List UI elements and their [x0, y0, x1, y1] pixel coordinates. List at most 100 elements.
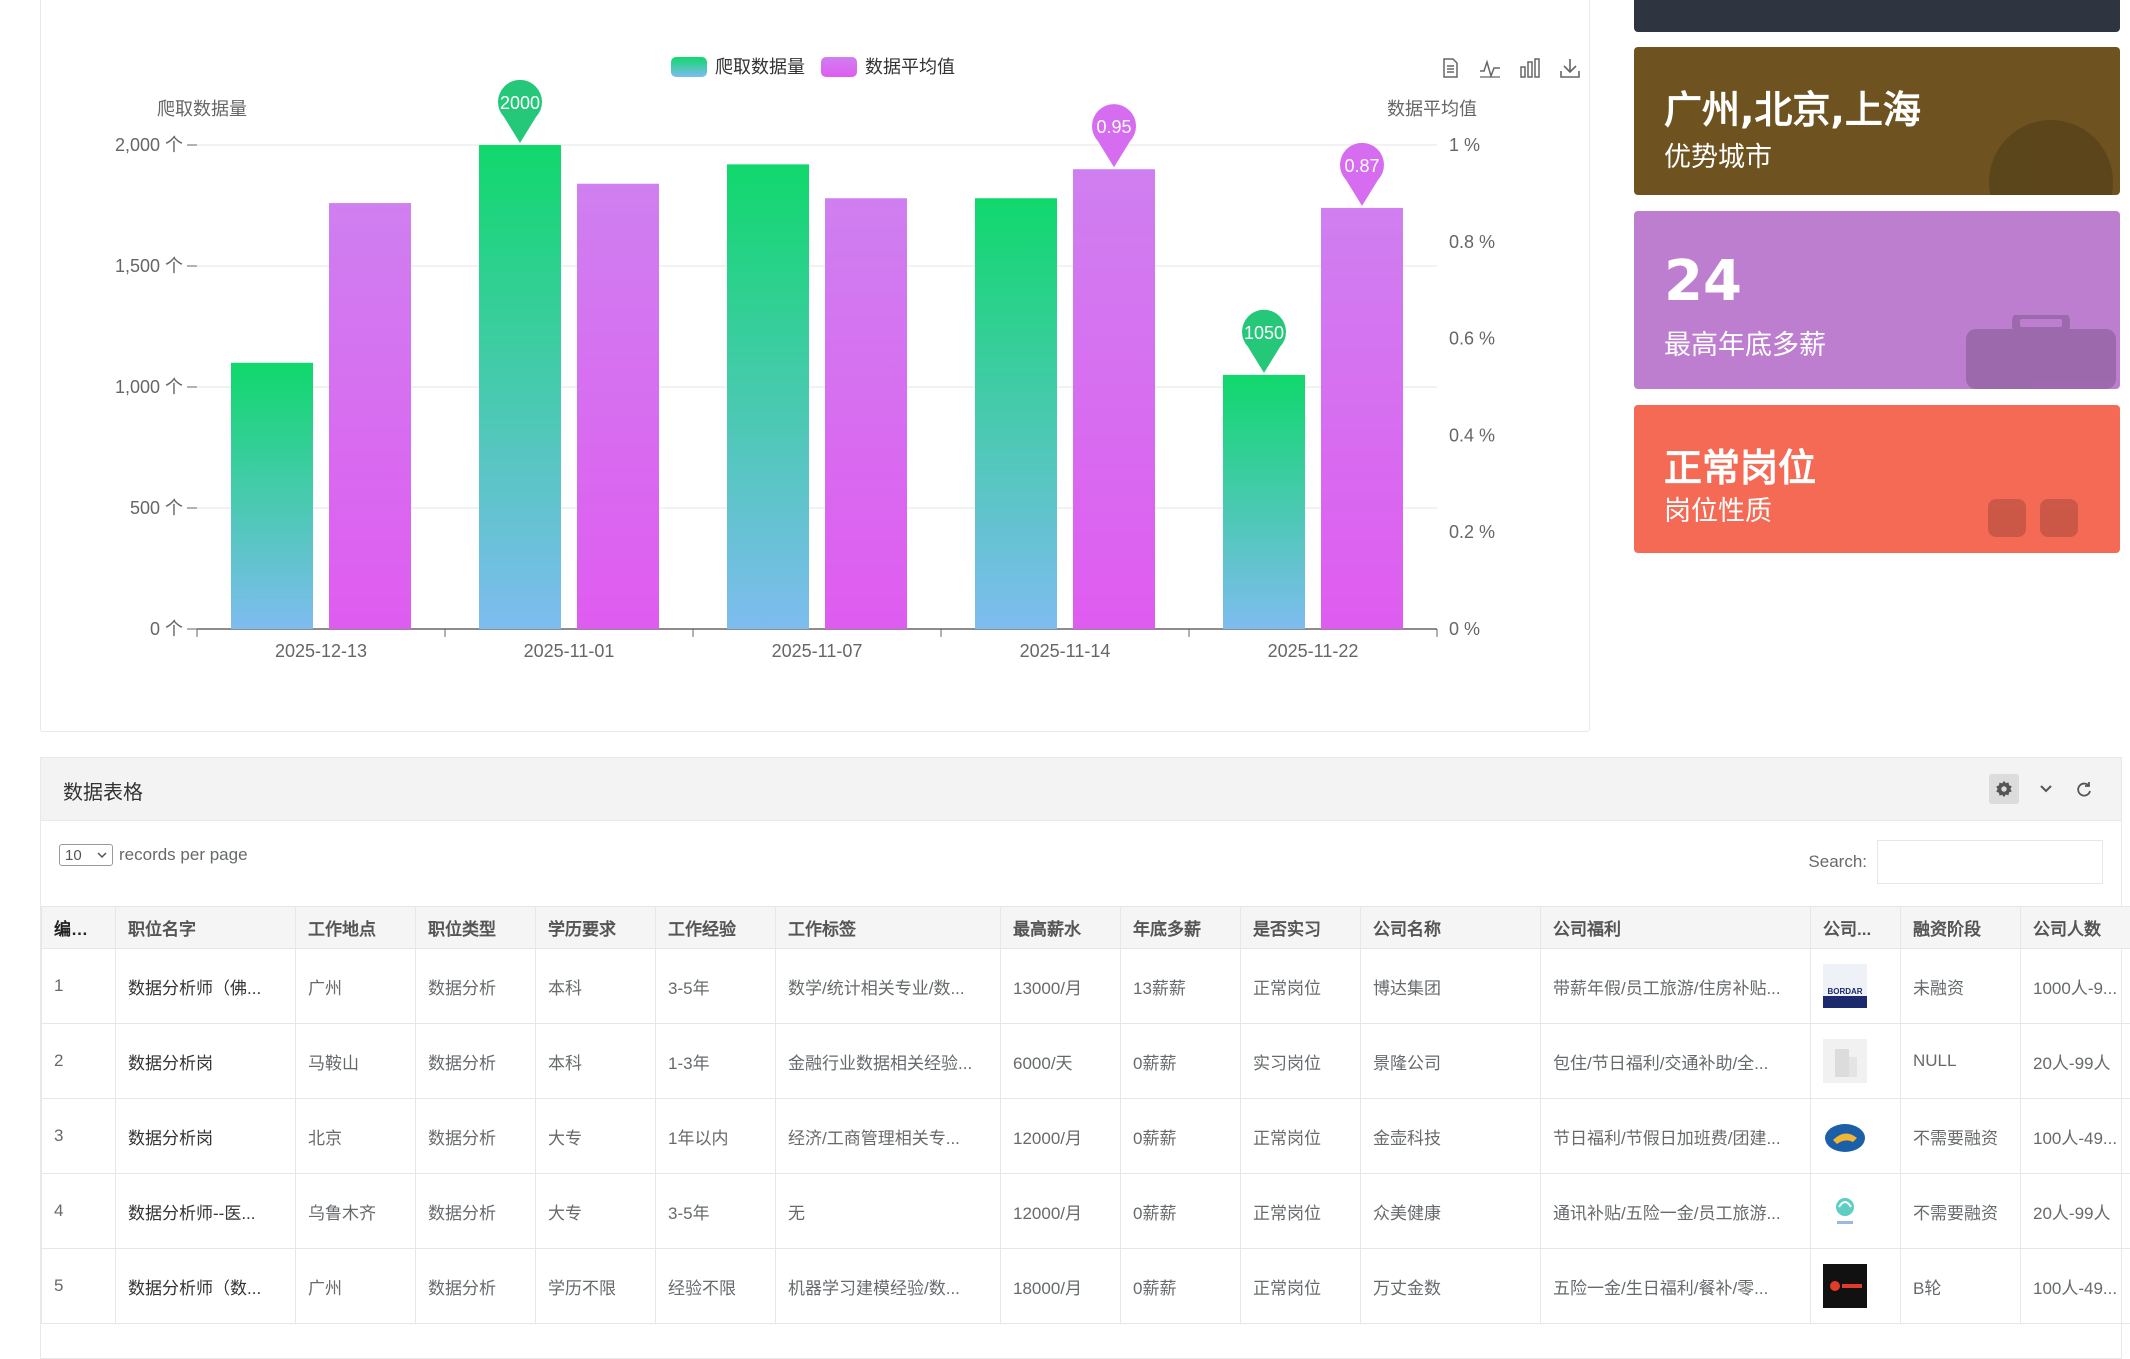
table-row[interactable]: 4数据分析师--医...乌鲁木齐数据分析大专3-5年无12000/月0薪薪正常岗…: [42, 1174, 2130, 1249]
column-header[interactable]: 工作经验: [656, 907, 776, 949]
education: 本科: [536, 1024, 656, 1099]
column-header-label: 年底多薪: [1133, 920, 1201, 939]
y-right-tick-label: 0.2 %: [1449, 522, 1495, 542]
y-right-tick-label: 0.8 %: [1449, 232, 1495, 252]
job-type: 数据分析: [416, 1099, 536, 1174]
company-logo-icon: [1823, 1114, 1867, 1158]
refresh-button[interactable]: [2073, 778, 2095, 800]
card-city-value: 广州,北京,上海: [1664, 79, 1921, 134]
refresh-icon: [2076, 781, 2092, 797]
card-bonus-value: 24: [1664, 249, 1742, 314]
data-view-icon[interactable]: [1439, 57, 1461, 79]
column-header[interactable]: 学历要求: [536, 907, 656, 949]
max-salary: 6000/天: [1001, 1024, 1121, 1099]
chevron-down-icon: [2039, 782, 2053, 796]
x-tick-label: 2025-11-14: [1020, 641, 1111, 661]
marker-label: 0.95: [1096, 117, 1131, 137]
y-right-axis-title: 数据平均值: [1387, 99, 1477, 119]
experience: 1-3年: [656, 1024, 776, 1099]
column-header[interactable]: 是否实习: [1241, 907, 1361, 949]
experience: 经验不限: [656, 1249, 776, 1324]
ball-icon: [1986, 117, 2116, 195]
search-input[interactable]: [1877, 840, 2103, 884]
column-header[interactable]: 工作标签: [776, 907, 1001, 949]
x-tick-label: 2025-11-07: [772, 641, 863, 661]
max-salary: 18000/月: [1001, 1249, 1121, 1324]
column-header[interactable]: 公司...: [1811, 907, 1901, 949]
column-header-label: 是否实习: [1253, 920, 1321, 939]
financing-stage: 未融资: [1901, 949, 2021, 1024]
bar-average: [825, 198, 907, 629]
job-tags: 机器学习建模经验/数...: [776, 1249, 1001, 1324]
legend-label: 数据平均值: [865, 57, 955, 77]
svg-text:BORDAR: BORDAR: [1827, 987, 1862, 996]
job-tags: 金融行业数据相关经验...: [776, 1024, 1001, 1099]
column-header[interactable]: 公司人数: [2021, 907, 2130, 949]
y-left-tick-label: 0 个: [150, 619, 183, 639]
line-chart-icon[interactable]: [1479, 57, 1501, 79]
company-logo: [1811, 1099, 1901, 1174]
column-header-label: 最高薪水: [1013, 920, 1081, 939]
column-header[interactable]: 职位类型: [416, 907, 536, 949]
column-header[interactable]: 编号▲: [42, 907, 116, 949]
company-size: 100人-49...: [2021, 1249, 2130, 1324]
company-name: 景隆公司: [1361, 1024, 1541, 1099]
row-id: 1: [42, 949, 116, 1024]
card-nature-label: 岗位性质: [1664, 489, 1772, 528]
company-logo-icon: BORDAR: [1823, 964, 1867, 1008]
company-welfare: 带薪年假/员工旅游/住房补贴...: [1541, 949, 1811, 1024]
company-welfare: 五险一金/生日福利/餐补/零...: [1541, 1249, 1811, 1324]
column-header-label: 职位类型: [428, 920, 496, 939]
collapse-button[interactable]: [2035, 778, 2057, 800]
y-right-tick-label: 1 %: [1449, 135, 1480, 155]
table-row[interactable]: 1数据分析师（佛...广州数据分析本科3-5年数学/统计相关专业/数...130…: [42, 949, 2130, 1024]
job-title: 数据分析师（佛...: [116, 949, 296, 1024]
y-left-axis-title: 爬取数据量: [157, 99, 247, 119]
column-header[interactable]: 公司福利: [1541, 907, 1811, 949]
legend-label: 爬取数据量: [715, 57, 805, 77]
column-header[interactable]: 工作地点: [296, 907, 416, 949]
bar-chart-icon[interactable]: [1519, 57, 1541, 79]
settings-button[interactable]: [1989, 774, 2019, 804]
column-header[interactable]: 年底多薪: [1121, 907, 1241, 949]
max-salary: 12000/月: [1001, 1174, 1121, 1249]
max-salary: 12000/月: [1001, 1099, 1121, 1174]
job-title: 数据分析岗: [116, 1024, 296, 1099]
column-header-label: 公司...: [1823, 920, 1871, 939]
records-per-page-label: records per page: [119, 845, 248, 865]
column-header[interactable]: 职位名字: [116, 907, 296, 949]
page-length-control: 10 records per page: [59, 844, 248, 866]
column-header[interactable]: 最高薪水: [1001, 907, 1121, 949]
download-icon[interactable]: [1559, 57, 1581, 79]
page-length-select[interactable]: 10: [59, 844, 113, 866]
stat-card-nature: 正常岗位 岗位性质: [1634, 405, 2120, 553]
row-id: 5: [42, 1249, 116, 1324]
table-row[interactable]: 3数据分析岗北京数据分析大专1年以内经济/工商管理相关专...12000/月0薪…: [42, 1099, 2130, 1174]
year-end-bonus: 0薪薪: [1121, 1174, 1241, 1249]
company-logo: [1811, 1174, 1901, 1249]
table-row[interactable]: 2数据分析岗马鞍山数据分析本科1-3年金融行业数据相关经验...6000/天0薪…: [42, 1024, 2130, 1099]
education: 大专: [536, 1174, 656, 1249]
work-city: 广州: [296, 1249, 416, 1324]
job-tags: 经济/工商管理相关专...: [776, 1099, 1001, 1174]
y-left-tick-label: 2,000 个: [115, 135, 183, 155]
bar-average: [329, 203, 411, 629]
table-panel-tools: [1989, 774, 2095, 804]
company-name: 金壶科技: [1361, 1099, 1541, 1174]
data-table: 编号▲职位名字工作地点职位类型 学历要求工作经验工作标签最高薪水 年底多薪 是否实习 公…: [41, 906, 2130, 1324]
marker-label: 0.87: [1344, 156, 1379, 176]
company-name: 万丈金数: [1361, 1249, 1541, 1324]
financing-stage: B轮: [1901, 1249, 2021, 1324]
table-panel-header: 数据表格: [41, 758, 2121, 821]
card-nature-value: 正常岗位: [1664, 437, 1816, 492]
briefcase-icon: [1966, 315, 2116, 389]
y-right-tick-label: 0.4 %: [1449, 425, 1495, 445]
data-table-panel: 数据表格 10 records per page Search:: [40, 757, 2122, 1359]
y-right-tick-label: 0.6 %: [1449, 329, 1495, 349]
table-row[interactable]: 5数据分析师（数...广州数据分析学历不限经验不限机器学习建模经验/数...18…: [42, 1249, 2130, 1324]
bar-crawl-count: [1223, 375, 1305, 629]
x-tick-label: 2025-11-22: [1268, 641, 1359, 661]
column-header[interactable]: 融资阶段: [1901, 907, 2021, 949]
company-welfare: 包住/节日福利/交通补助/全...: [1541, 1024, 1811, 1099]
column-header[interactable]: 公司名称: [1361, 907, 1541, 949]
